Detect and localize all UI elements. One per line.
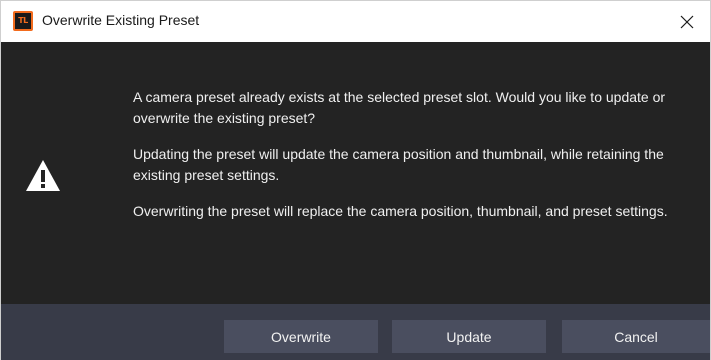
app-logo-text: TL — [15, 13, 31, 29]
warning-triangle-icon — [25, 159, 61, 197]
message-paragraph: Updating the preset will update the came… — [133, 146, 664, 183]
window-title: Overwrite Existing Preset — [42, 12, 200, 28]
title-bar[interactable]: TL Overwrite Existing Preset — [1, 1, 710, 42]
dialog-content: A camera preset already exists at the se… — [1, 42, 710, 304]
close-button[interactable] — [664, 1, 710, 42]
overwrite-button[interactable]: Overwrite — [224, 320, 378, 353]
cancel-button[interactable]: Cancel — [562, 320, 710, 353]
dialog-window: TL Overwrite Existing Preset A camera pr… — [0, 0, 711, 360]
dialog-footer: Overwrite Update Cancel — [1, 304, 710, 360]
message-paragraph: Overwriting the preset will replace the … — [133, 203, 668, 219]
close-icon[interactable] — [680, 15, 694, 29]
update-button[interactable]: Update — [392, 320, 546, 353]
app-logo-icon: TL — [13, 11, 33, 31]
dialog-message: A camera preset already exists at the se… — [133, 87, 698, 237]
message-paragraph: A camera preset already exists at the se… — [133, 89, 666, 126]
